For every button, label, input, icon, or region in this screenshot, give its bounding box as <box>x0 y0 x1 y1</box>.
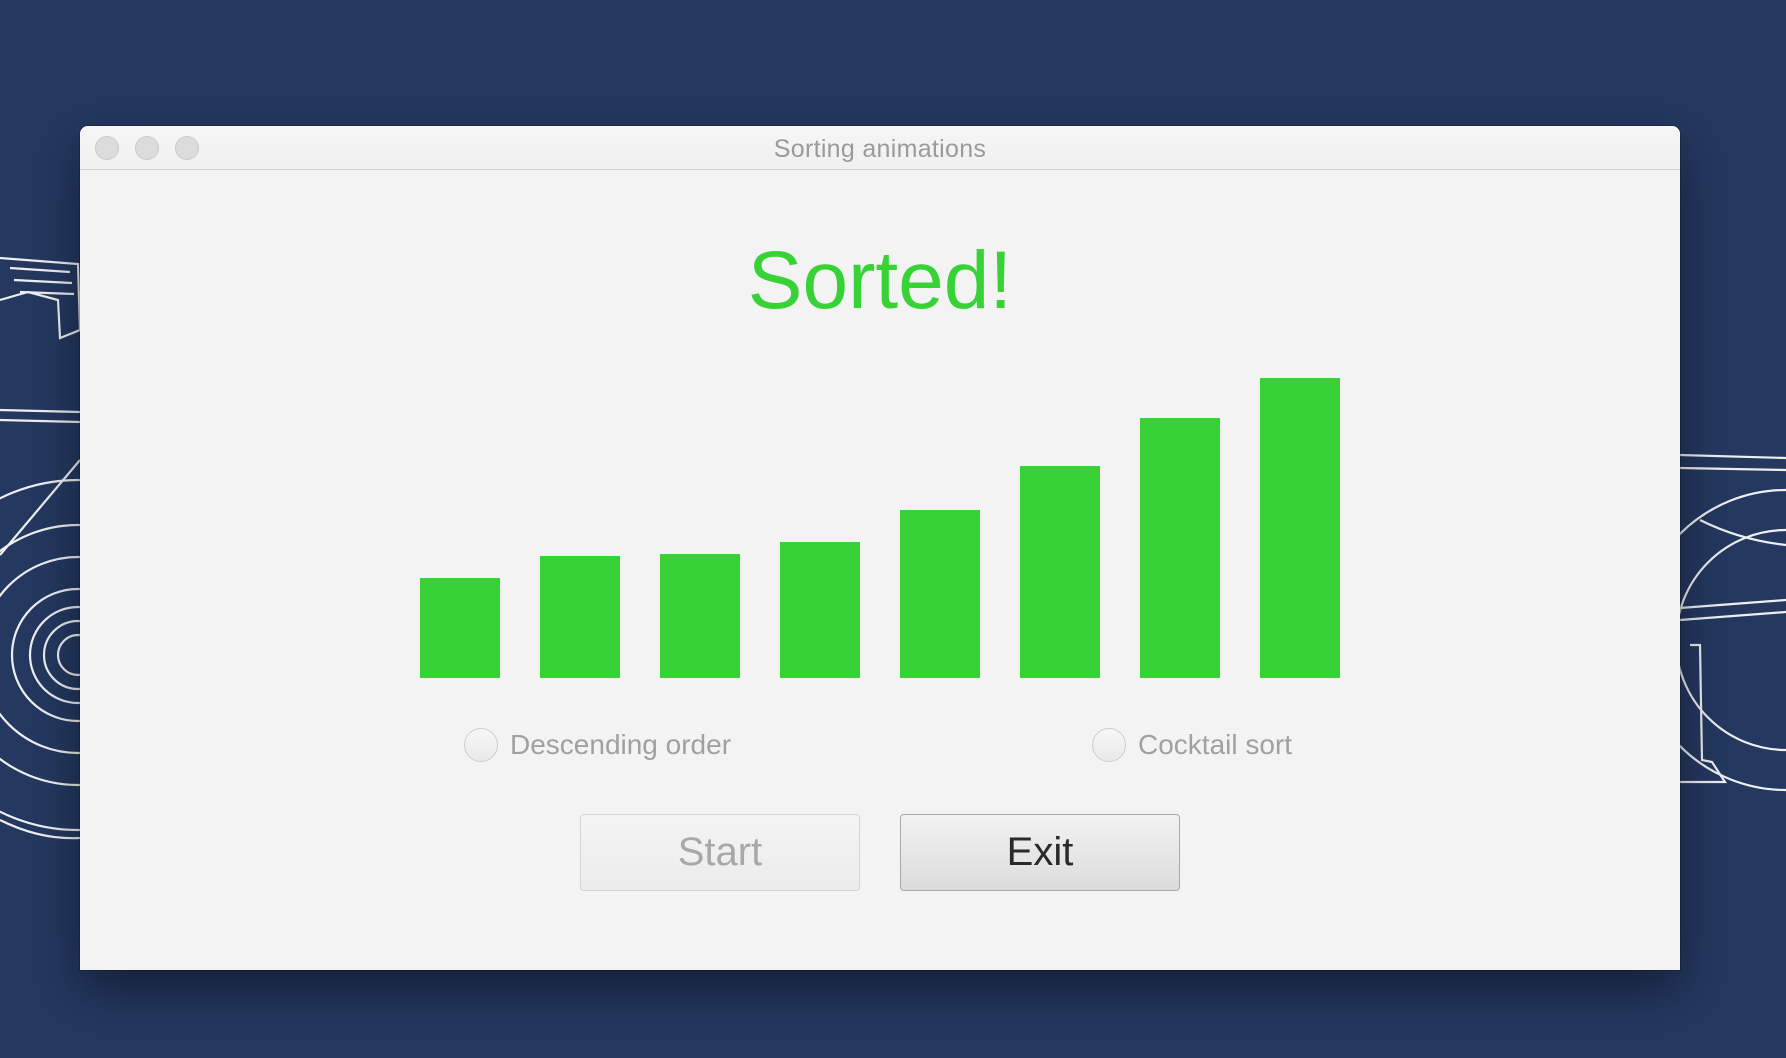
cocktail-sort-radio[interactable] <box>1092 728 1126 762</box>
bar-6 <box>1020 466 1100 678</box>
bar-chart <box>420 378 1340 678</box>
exit-button[interactable]: Exit <box>900 814 1180 891</box>
descending-order-label: Descending order <box>510 729 732 760</box>
bar-2 <box>540 556 620 678</box>
bar-7 <box>1140 418 1220 678</box>
bar-4 <box>780 542 860 678</box>
app-window: Sorting animations Sorted! Descending or… <box>80 126 1680 970</box>
cocktail-sort-option[interactable]: Cocktail sort <box>1092 728 1292 762</box>
bar-5 <box>900 510 980 678</box>
descending-order-option[interactable]: Descending order <box>464 728 731 762</box>
bar-1 <box>420 578 500 678</box>
cocktail-sort-label: Cocktail sort <box>1138 729 1293 760</box>
bar-8 <box>1260 378 1340 678</box>
descending-order-radio[interactable] <box>464 728 498 762</box>
start-button[interactable]: Start <box>580 814 860 891</box>
bar-3 <box>660 554 740 678</box>
